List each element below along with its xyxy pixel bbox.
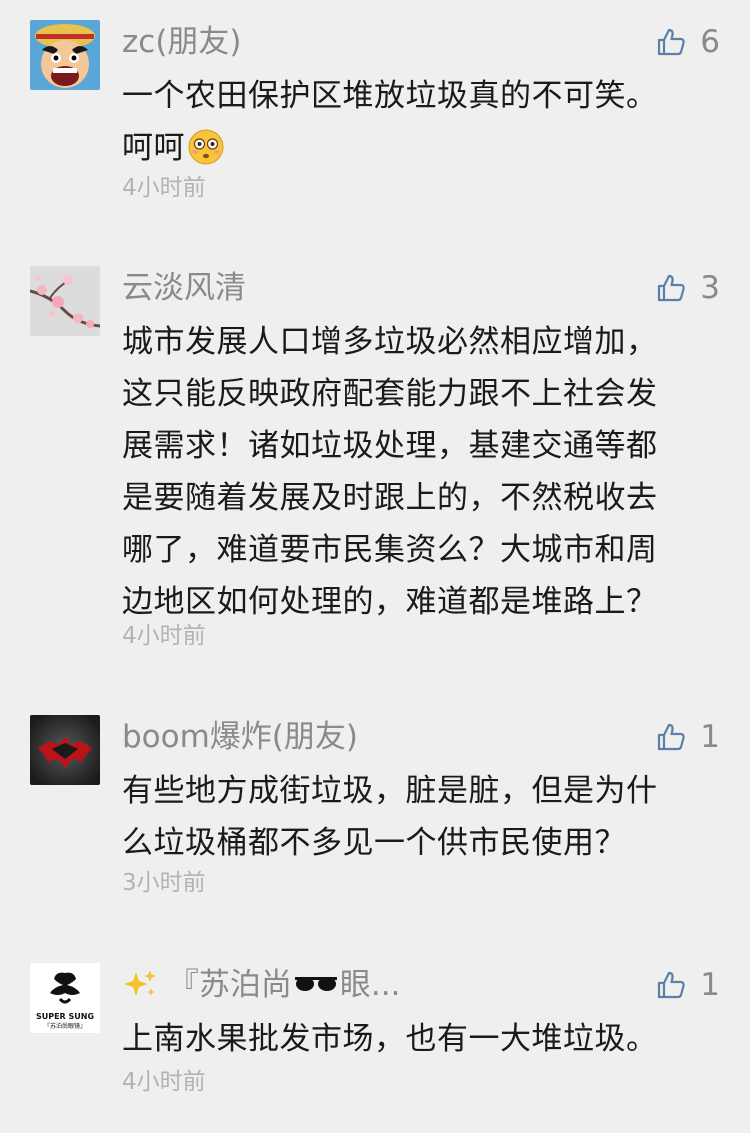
plum-blossom-avatar <box>30 266 100 336</box>
comment-line: 是要随着发展及时跟上的，不然税收去 <box>122 480 658 516</box>
like-count: 3 <box>700 270 720 306</box>
username-suffix: 眼... <box>339 967 401 1003</box>
comment-line: 么垃圾桶都不多见一个供市民使用？ <box>122 825 626 861</box>
comment-line: 上南水果批发市场，也有一大堆垃圾。 <box>122 1021 658 1057</box>
comment-line: 边地区如何处理的，难道都是堆路上？ <box>122 584 658 620</box>
comment-line-with-emoji: 呵呵 <box>122 122 712 174</box>
comment-line: 展需求！诸如垃圾处理，基建交通等都 <box>122 428 658 464</box>
comment-line: 这只能反映政府配套能力跟不上社会发 <box>122 376 658 412</box>
comment-line: 城市发展人口增多垃圾必然相应增加， <box>122 324 658 360</box>
comment-timestamp: 3小时前 <box>122 870 206 896</box>
avatar[interactable]: SUPER SUNG 『苏泊尚眼镜』 <box>30 963 100 1033</box>
username-text: 『苏泊尚 <box>167 967 292 1003</box>
avatar-brand-text: SUPER SUNG <box>36 1012 94 1021</box>
comment-text: 城市发展人口增多垃圾必然相应增加， 这只能反映政府配套能力跟不上社会发 展需求！… <box>122 316 712 628</box>
comment-timestamp: 4小时前 <box>122 175 206 201</box>
thumbs-up-icon <box>658 28 685 56</box>
comment-item: SUPER SUNG 『苏泊尚眼镜』 『苏泊尚 眼... 1 上南水果批发市场，… <box>0 963 750 1103</box>
avatar[interactable] <box>30 266 100 336</box>
comment-username[interactable]: boom爆炸(朋友) <box>122 717 358 757</box>
like-count: 6 <box>700 24 720 60</box>
comment-text: 一个农田保护区堆放垃圾真的不可笑。 呵呵 <box>122 70 712 174</box>
comment-text: 上南水果批发市场，也有一大堆垃圾。 <box>122 1013 712 1065</box>
sparkles-icon <box>124 969 156 996</box>
comment-line: 哪了，难道要市民集资么？大城市和周 <box>122 532 658 568</box>
batman-superman-logo-avatar <box>30 715 100 785</box>
like-button[interactable]: 6 <box>656 22 720 62</box>
like-button[interactable]: 1 <box>656 717 720 757</box>
comment-item: zc(朋友) 6 一个农田保护区堆放垃圾真的不可笑。 呵呵 4小时前 <box>0 20 750 210</box>
comment-text: 有些地方成街垃圾，脏是脏，但是为什 么垃圾桶都不多见一个供市民使用？ <box>122 765 712 869</box>
like-count: 1 <box>700 967 720 1003</box>
comment-username[interactable]: 云淡风清 <box>122 268 246 308</box>
thumbs-up-icon <box>658 723 685 751</box>
flushed-face-emoji-icon <box>188 129 224 164</box>
comment-timestamp: 4小时前 <box>122 623 206 649</box>
comment-timestamp: 4小时前 <box>122 1069 206 1095</box>
like-button[interactable]: 3 <box>656 268 720 308</box>
comment-item: 云淡风清 3 城市发展人口增多垃圾必然相应增加， 这只能反映政府配套能力跟不上社… <box>0 266 750 656</box>
comment-line: 有些地方成街垃圾，脏是脏，但是为什 <box>122 773 658 809</box>
comment-item: boom爆炸(朋友) 1 有些地方成街垃圾，脏是脏，但是为什 么垃圾桶都不多见一… <box>0 715 750 905</box>
comment-username[interactable]: 『苏泊尚 眼... <box>122 965 400 1005</box>
like-button[interactable]: 1 <box>656 965 720 1005</box>
comment-username[interactable]: zc(朋友) <box>122 22 242 62</box>
comment-line: 呵呵 <box>122 130 185 166</box>
cartoon-luffy-avatar <box>30 20 100 90</box>
avatar[interactable] <box>30 715 100 785</box>
thumbs-up-icon <box>658 971 685 999</box>
like-count: 1 <box>700 719 720 755</box>
thumbs-up-icon <box>658 274 685 302</box>
avatar-brand-subtext: 『苏泊尚眼镜』 <box>44 1022 86 1030</box>
sunglasses-icon <box>294 976 337 991</box>
avatar[interactable] <box>30 20 100 90</box>
super-sung-logo-avatar: SUPER SUNG 『苏泊尚眼镜』 <box>30 963 100 1033</box>
comment-line: 一个农田保护区堆放垃圾真的不可笑。 <box>122 78 658 114</box>
